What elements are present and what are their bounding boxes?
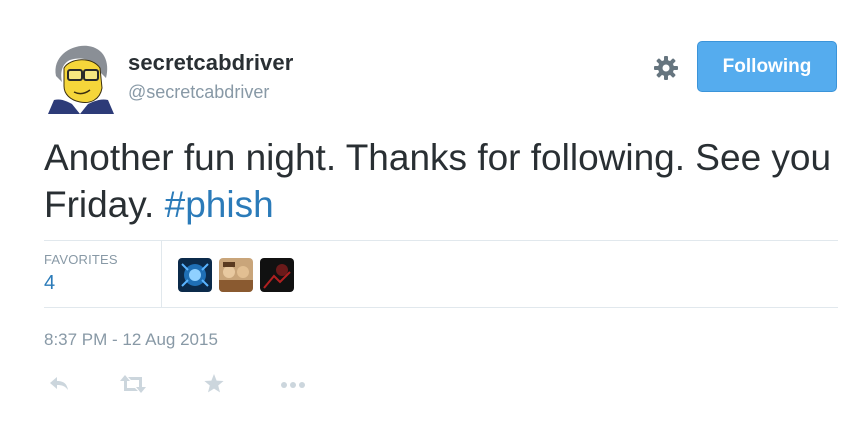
more-icon[interactable] [278, 372, 308, 396]
tweet-text: Another fun night. Thanks for following.… [44, 134, 844, 228]
star-icon[interactable] [203, 372, 225, 396]
stats-bottom-divider [44, 307, 838, 308]
following-button[interactable]: Following [697, 41, 837, 92]
favoriter-avatar[interactable] [219, 258, 253, 292]
stats-top-divider [44, 240, 838, 241]
avatar[interactable] [44, 42, 116, 114]
gear-icon[interactable] [652, 54, 680, 82]
display-name[interactable]: secretcabdriver [128, 50, 293, 76]
user-handle[interactable]: @secretcabdriver [128, 82, 269, 103]
stats-vertical-divider [161, 241, 162, 307]
favorites-count[interactable]: 4 [44, 272, 55, 295]
hashtag-link[interactable]: #phish [165, 184, 274, 225]
retweet-icon[interactable] [118, 372, 148, 396]
tweet-text-body: Another fun night. Thanks for following.… [44, 137, 832, 225]
tweet-timestamp[interactable]: 8:37 PM - 12 Aug 2015 [44, 330, 218, 350]
favorites-label: FAVORITES [44, 252, 118, 267]
favoriter-avatar[interactable] [260, 258, 294, 292]
avatar-image [44, 42, 116, 114]
reply-icon[interactable] [48, 372, 70, 396]
favoriter-avatar[interactable] [178, 258, 212, 292]
